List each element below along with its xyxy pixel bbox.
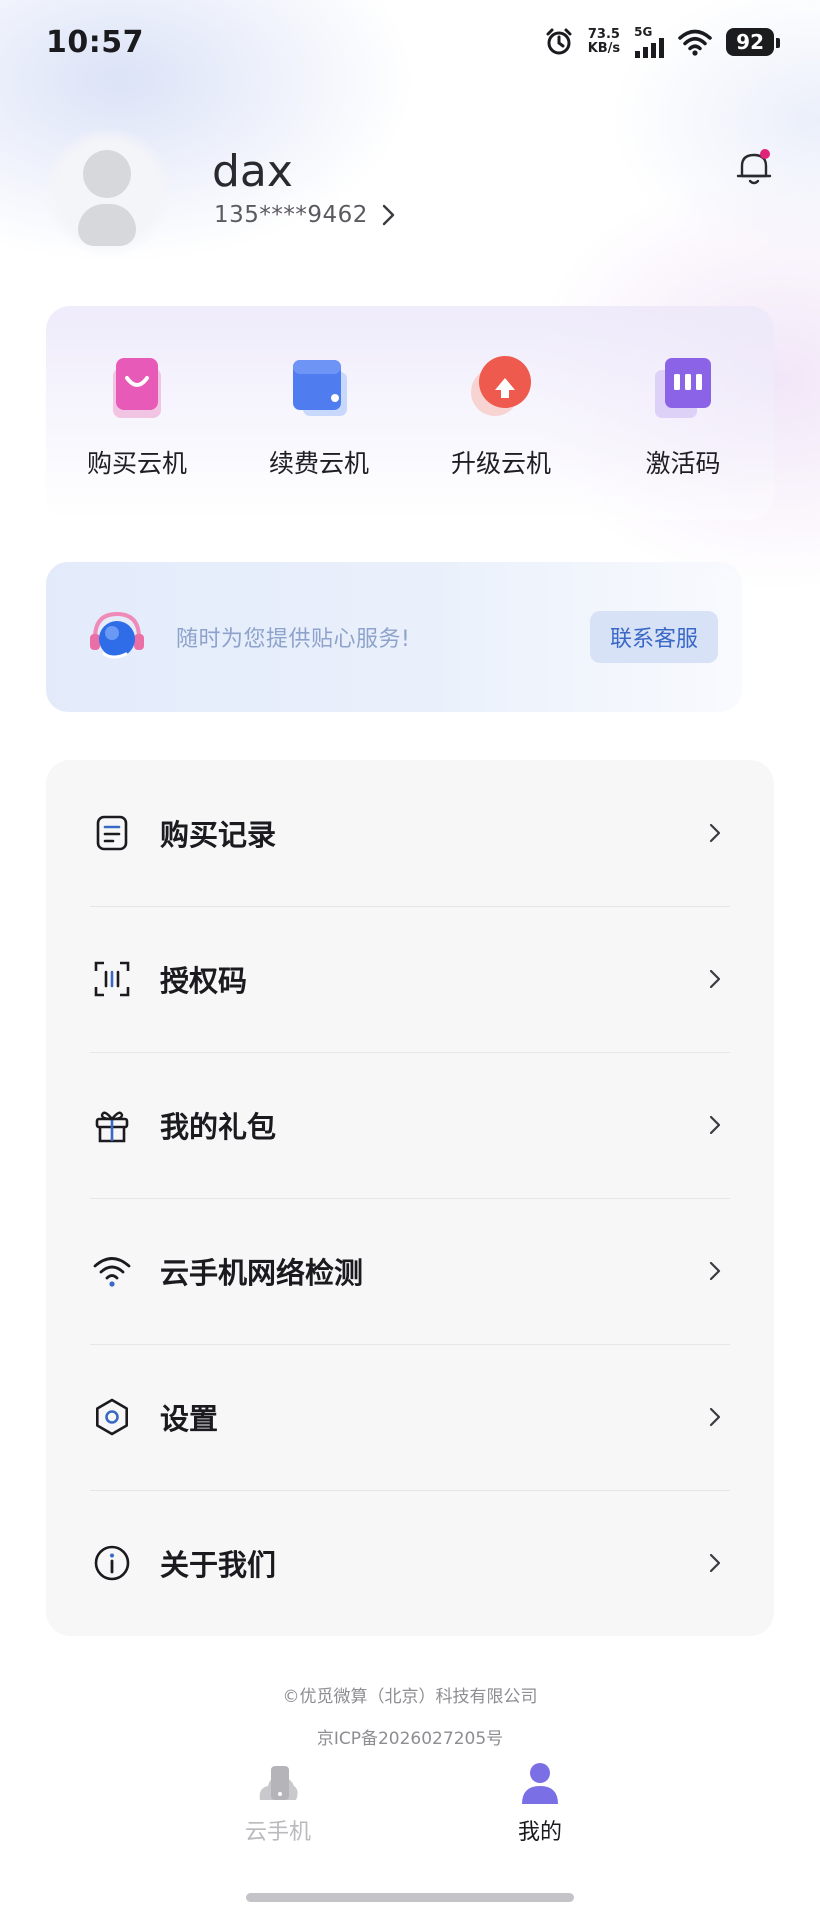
profile-header: dax 135****9462 bbox=[44, 128, 776, 258]
menu-item-label: 设置 bbox=[160, 1402, 219, 1436]
shopping-bag-icon bbox=[113, 358, 161, 418]
menu-item-purchase-history[interactable]: 购买记录 bbox=[46, 760, 774, 906]
quick-actions-card: 购买云机 续费云机 升级云机 激活码 bbox=[46, 306, 774, 520]
renew-cloud-phone-button[interactable]: 续费云机 bbox=[234, 354, 404, 480]
tab-cloud-phone[interactable]: 云手机 bbox=[178, 1760, 378, 1846]
chevron-right-icon bbox=[382, 204, 395, 226]
menu-item-my-gifts[interactable]: 我的礼包 bbox=[46, 1052, 774, 1198]
bottom-tab-bar: 云手机 我的 bbox=[0, 1760, 820, 1870]
customer-service-card: 随时为您提供贴心服务! 联系客服 bbox=[46, 562, 742, 712]
battery-icon: 92 bbox=[726, 28, 780, 56]
buy-cloud-phone-button[interactable]: 购买云机 bbox=[52, 354, 222, 480]
status-icons: 73.5 KB/s 5G 92 bbox=[544, 25, 780, 58]
quick-action-label: 激活码 bbox=[645, 449, 721, 478]
menu-item-label: 购买记录 bbox=[160, 818, 277, 852]
chevron-right-icon bbox=[709, 969, 721, 989]
network-type: 5G bbox=[634, 25, 653, 39]
contact-support-button[interactable]: 联系客服 bbox=[589, 611, 718, 663]
net-speed-value: 73.5 bbox=[587, 27, 620, 42]
avatar-head bbox=[83, 150, 131, 198]
menu-item-authorization-code[interactable]: 授权码 bbox=[46, 906, 774, 1052]
notification-dot bbox=[760, 149, 770, 159]
menu-list: 购买记录 授权码 我的礼包 云手机网络检测 设置 关于我们 bbox=[46, 760, 774, 1636]
chevron-right-icon bbox=[709, 1261, 721, 1281]
tab-mine[interactable]: 我的 bbox=[440, 1760, 640, 1846]
quick-action-label: 购买云机 bbox=[86, 449, 187, 478]
menu-item-label: 授权码 bbox=[160, 964, 248, 998]
chevron-right-icon bbox=[709, 1115, 721, 1135]
signal-icon bbox=[635, 38, 665, 58]
wallet-icon bbox=[293, 360, 347, 416]
status-time: 10:57 bbox=[46, 24, 144, 60]
alarm-icon bbox=[546, 28, 572, 55]
home-indicator[interactable] bbox=[246, 1893, 574, 1902]
username: dax bbox=[212, 146, 293, 197]
gear-icon bbox=[96, 1398, 128, 1436]
chevron-right-icon bbox=[709, 1553, 721, 1573]
phone-link[interactable]: 135****9462 bbox=[214, 202, 396, 228]
menu-item-settings[interactable]: 设置 bbox=[46, 1344, 774, 1490]
bell-icon[interactable] bbox=[732, 146, 776, 190]
net-speed-unit: KB/s bbox=[587, 41, 621, 56]
menu-item-label: 我的礼包 bbox=[160, 1110, 277, 1144]
signal-indicator: 5G bbox=[634, 25, 665, 58]
activation-code-button[interactable]: 激活码 bbox=[598, 354, 768, 480]
quick-action-label: 续费云机 bbox=[268, 449, 369, 478]
headset-icon bbox=[90, 611, 144, 659]
wifi-icon bbox=[678, 29, 712, 56]
ticket-icon bbox=[655, 358, 711, 418]
chevron-right-icon bbox=[709, 1407, 721, 1427]
chevron-right-icon bbox=[709, 823, 721, 843]
menu-item-about-us[interactable]: 关于我们 bbox=[46, 1490, 774, 1636]
phone-number: 135****9462 bbox=[214, 202, 368, 228]
cloud-phone-icon bbox=[259, 1766, 298, 1800]
person-icon bbox=[522, 1763, 558, 1804]
upgrade-cloud-phone-button[interactable]: 升级云机 bbox=[416, 354, 586, 480]
scan-code-icon bbox=[94, 961, 130, 997]
status-bar: 10:57 73.5 KB/s 5G 92 bbox=[0, 0, 820, 84]
upgrade-icon bbox=[471, 356, 531, 416]
service-tagline: 随时为您提供贴心服务! bbox=[176, 627, 411, 652]
tab-label: 云手机 bbox=[244, 1820, 311, 1845]
document-icon bbox=[96, 815, 128, 851]
icp-text[interactable]: 京ICP备2026027205号 bbox=[0, 1724, 820, 1749]
menu-item-label: 云手机网络检测 bbox=[160, 1256, 364, 1290]
wifi-icon bbox=[93, 1257, 131, 1287]
quick-action-label: 升级云机 bbox=[450, 449, 551, 478]
avatar[interactable] bbox=[44, 128, 172, 256]
menu-item-label: 关于我们 bbox=[160, 1548, 277, 1582]
tab-label: 我的 bbox=[517, 1820, 562, 1845]
copyright-text: ©优觅微算（北京）科技有限公司 bbox=[282, 1687, 538, 1707]
avatar-body bbox=[78, 204, 136, 246]
info-icon bbox=[94, 1545, 130, 1581]
gift-icon bbox=[95, 1111, 129, 1143]
menu-item-network-check[interactable]: 云手机网络检测 bbox=[46, 1198, 774, 1344]
net-speed: 73.5 KB/s bbox=[588, 28, 620, 56]
